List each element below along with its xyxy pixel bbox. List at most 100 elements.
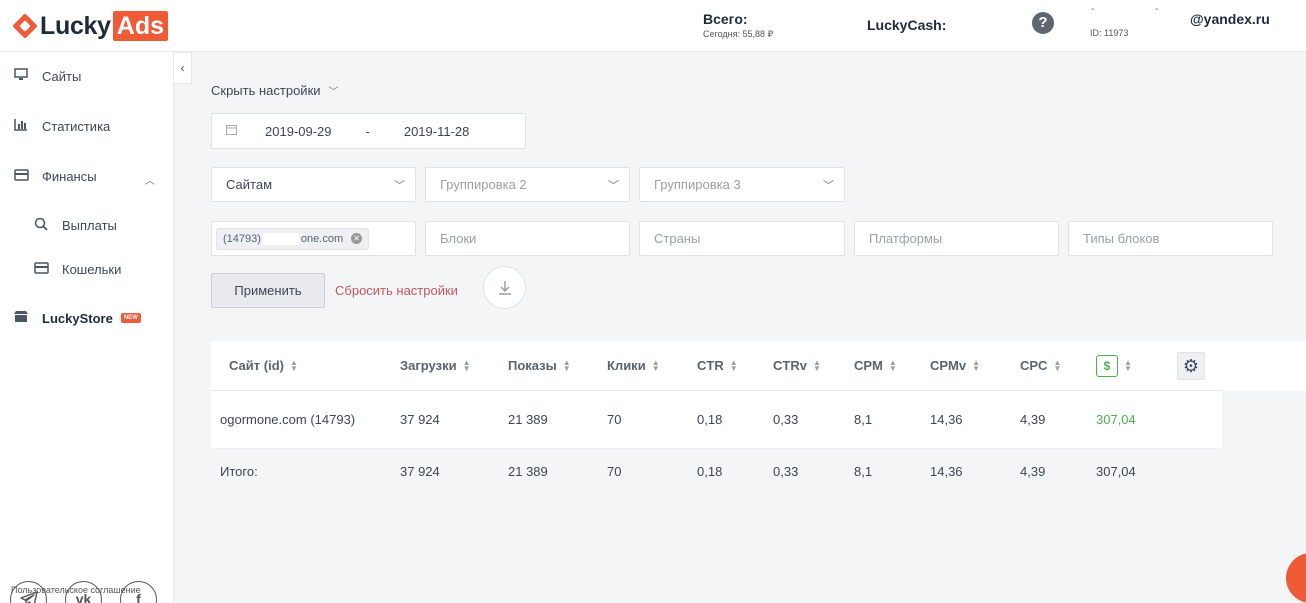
grouping-1-select[interactable]: Сайтам ﹀ <box>211 167 416 202</box>
sort-icon: ▲ ▼ <box>562 357 571 373</box>
block-types-filter-input[interactable]: Типы блоков <box>1068 221 1273 256</box>
sidebar-item-sites[interactable]: Сайты <box>12 68 81 84</box>
table-header-extension <box>1222 341 1306 391</box>
sidebar-item-label: Финансы <box>42 169 97 184</box>
site-chip-name: one.com <box>300 232 344 245</box>
col-clicks[interactable]: Клики ▲ ▼ <box>607 341 660 390</box>
total-cpm: 8,1 <box>854 463 873 479</box>
total-loads: 37 924 <box>400 463 440 479</box>
cell-site[interactable]: ogormone.com (14793) <box>220 391 355 448</box>
grouping-3-select[interactable]: Группировка 3 ﹀ <box>639 167 845 202</box>
cell-cpmv: 14,36 <box>930 412 963 427</box>
cell-loads: 37 924 <box>400 412 440 427</box>
col-cpc[interactable]: CPC ▲ ▼ <box>1020 341 1061 390</box>
date-from[interactable]: 2019-09-29 <box>265 124 332 139</box>
luckyads-logo[interactable]: Lucky Ads <box>12 10 168 42</box>
download-button[interactable] <box>483 266 526 309</box>
cell-income: 307,04 <box>1096 412 1136 427</box>
sidebar: Сайты Статистика Финансы ︿ Выплаты Кошел… <box>0 52 174 603</box>
col-cpmv[interactable]: CPMv ▲ ▼ <box>930 341 980 390</box>
sidebar-collapse-button[interactable]: ‹ <box>174 52 192 84</box>
reset-settings-link[interactable]: Сбросить настройки <box>335 283 458 298</box>
cell-clicks: 70 <box>607 412 622 427</box>
hide-settings-toggle[interactable]: Скрыть настройки ﹀ <box>211 83 339 98</box>
chevron-up-icon[interactable]: ︿ <box>145 172 155 187</box>
col-label: Клики <box>607 358 646 373</box>
chat-widget-button[interactable] <box>1286 553 1306 603</box>
col-label: Загрузки <box>400 358 457 373</box>
site-chip-id: (14793) <box>223 232 261 245</box>
total-ctrv: 0,33 <box>773 463 799 479</box>
col-label: CTR <box>697 358 724 373</box>
sort-icon: ▲ ▼ <box>812 357 821 373</box>
gear-icon[interactable]: ⚙ <box>1177 352 1205 380</box>
table-header: Сайт (id) ▲ ▼ Загрузки ▲ ▼ Показы ▲ ▼ Клики ▲ ▼ … <box>211 341 1222 391</box>
col-label: CPM <box>854 358 883 373</box>
sidebar-item-label: Сайты <box>42 68 82 84</box>
logo-diamond-icon <box>12 13 38 39</box>
platforms-placeholder: Платформы <box>869 231 943 246</box>
col-site[interactable]: Сайт (id) ▲ ▼ <box>229 341 298 390</box>
table-total-row: Итого: 37 924 21 389 70 0,18 0,33 8,1 14… <box>211 449 1222 493</box>
col-label: CPMv <box>930 358 967 373</box>
grouping-2-placeholder: Группировка 2 <box>440 177 527 192</box>
money-icon: $ <box>1096 354 1118 377</box>
apply-button[interactable]: Применить <box>211 273 325 308</box>
chevron-down-icon: ﹀ <box>823 179 834 192</box>
sidebar-item-wallets[interactable]: Кошельки <box>32 262 121 277</box>
chart-icon <box>12 118 30 134</box>
sites-filter-input[interactable]: (14793) one.com ✕ <box>211 221 416 256</box>
new-badge: NEW <box>120 313 141 323</box>
col-label: CTRv <box>773 358 807 373</box>
col-impressions[interactable]: Показы ▲ ▼ <box>508 341 571 390</box>
col-income[interactable]: $ ▲ ▼ <box>1096 341 1132 390</box>
chevron-down-icon: ﹀ <box>328 87 339 98</box>
today-earnings: Сегодня: 55,88 ₽ <box>703 29 774 39</box>
date-separator: - <box>365 123 370 139</box>
user-name-part: - <box>1091 4 1095 15</box>
countries-filter-input[interactable]: Страны <box>639 221 845 256</box>
total-income: 307,04 <box>1096 463 1136 479</box>
total-cpmv: 14,36 <box>930 463 963 479</box>
hide-settings-label: Скрыть настройки <box>211 83 321 98</box>
sidebar-item-payouts[interactable]: Выплаты <box>32 217 117 234</box>
grouping-2-select[interactable]: Группировка 2 ﹀ <box>425 167 630 202</box>
blocks-placeholder: Блоки <box>440 231 477 246</box>
sidebar-item-label: Выплаты <box>62 218 117 233</box>
blocks-filter-input[interactable]: Блоки <box>425 221 630 256</box>
col-cpm[interactable]: CPM ▲ ▼ <box>854 341 897 390</box>
platforms-filter-input[interactable]: Платформы <box>854 221 1059 256</box>
close-icon[interactable]: ✕ <box>351 233 363 244</box>
col-loads[interactable]: Загрузки ▲ ▼ <box>400 341 471 390</box>
wallet-icon <box>32 262 50 277</box>
user-email[interactable]: @yandex.ru <box>1190 11 1270 27</box>
total-clicks: 70 <box>607 463 622 479</box>
search-money-icon <box>32 217 50 234</box>
store-icon <box>12 310 30 326</box>
col-ctr[interactable]: CTR ▲ ▼ <box>697 341 738 390</box>
sort-icon: ▲ ▼ <box>729 357 738 373</box>
cell-ctrv: 0,33 <box>773 412 799 427</box>
col-label: Показы <box>508 358 557 373</box>
site-chip: (14793) one.com ✕ <box>216 227 370 250</box>
sidebar-item-luckystore[interactable]: LuckyStore NEW <box>12 310 141 326</box>
total-cpc: 4,39 <box>1020 463 1046 479</box>
help-icon[interactable]: ? <box>1032 12 1054 34</box>
table-row: ogormone.com (14793) 37 924 21 389 70 0,… <box>211 391 1222 449</box>
user-id: ID: 11973 <box>1090 28 1129 38</box>
top-header: Lucky Ads Всего: Сегодня: 55,88 ₽ LuckyC… <box>0 0 1306 52</box>
sidebar-item-statistics[interactable]: Статистика <box>12 118 110 134</box>
user-agreement-link[interactable]: Пользовательское соглашение <box>11 585 141 595</box>
logo-ads-text: Ads <box>112 11 168 41</box>
date-to[interactable]: 2019-11-28 <box>404 124 470 139</box>
sort-icon: ▲ ▼ <box>289 357 298 373</box>
cell-cpm: 8,1 <box>854 412 873 427</box>
total-label: Итого: <box>220 463 258 479</box>
block-types-placeholder: Типы блоков <box>1083 231 1160 246</box>
col-ctrv[interactable]: CTRv ▲ ▼ <box>773 341 821 390</box>
sidebar-item-label: Статистика <box>42 118 111 134</box>
sort-icon: ▲ ▼ <box>1053 357 1062 373</box>
date-range-picker[interactable]: 2019-09-29 - 2019-11-28 <box>211 113 526 149</box>
sidebar-item-finance[interactable]: Финансы <box>12 169 97 184</box>
cell-ctr: 0,18 <box>697 412 723 427</box>
